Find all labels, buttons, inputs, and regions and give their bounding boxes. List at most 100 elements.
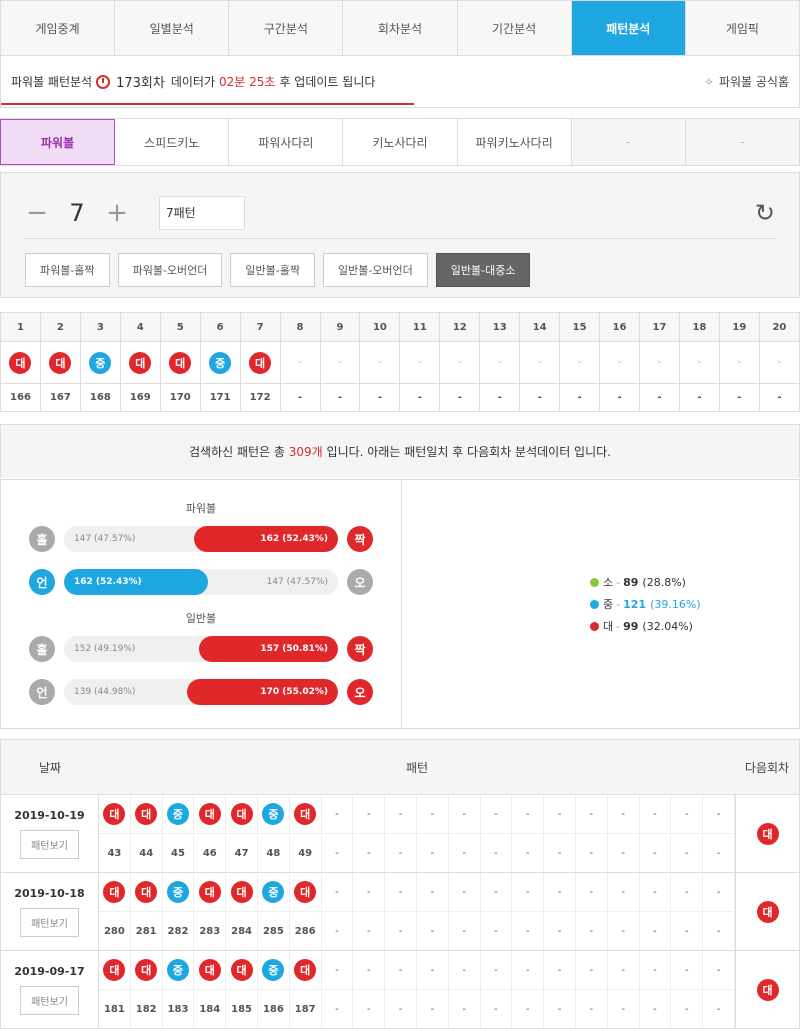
pattern-type-button-1[interactable]: 파워볼-오버언더 [117, 253, 223, 287]
legend-label: 소 [603, 576, 614, 589]
history-ball-row: 대대중대대중대------------- [99, 951, 735, 990]
pattern-ball-cell: - [439, 341, 481, 384]
tab-1[interactable]: 일별분석 [115, 1, 230, 55]
pattern-ball-cell: - [319, 341, 361, 384]
history-ball-cell: - [671, 951, 704, 989]
history-ball-cell: - [417, 795, 449, 833]
stat-fill: 162 (52.43%) [64, 569, 208, 595]
stat-bar: 언 147 (47.57%) 162 (52.43%) 오 [29, 569, 373, 595]
history-round-cell: - [671, 912, 704, 950]
subtab-6[interactable]: - [685, 119, 800, 165]
subtab-5[interactable]: - [571, 119, 686, 165]
view-pattern-button[interactable]: 패턴보기 [20, 829, 79, 859]
history-round-cell: - [353, 834, 386, 872]
pattern-ball-cell: - [519, 341, 561, 384]
pattern-header-cell: 11 [399, 312, 441, 342]
tab-6[interactable]: 게임픽 [685, 1, 800, 55]
history-round-cell: 286 [290, 912, 322, 950]
pattern-header-cell: 2 [39, 312, 81, 342]
history-ball-cell: - [671, 873, 704, 911]
legend-dot [590, 577, 599, 587]
pattern-header-cell: 19 [718, 312, 760, 342]
history-ball-cell: - [576, 951, 608, 989]
progress-line [1, 103, 414, 105]
history-date: 2019-09-17 [14, 964, 85, 978]
view-pattern-button[interactable]: 패턴보기 [20, 907, 79, 937]
legend-dot [590, 599, 599, 609]
history-round-cell: - [703, 990, 735, 1028]
refresh-icon[interactable]: ↻ [755, 199, 775, 227]
stat-other: 152 (49.19%) [74, 644, 136, 654]
history-round-cell: 282 [163, 912, 195, 950]
result-pre: 검색하신 패턴은 총 [188, 445, 285, 459]
stat-other: 147 (47.57%) [266, 577, 328, 587]
minus-button[interactable]: − [25, 198, 49, 228]
legend-pct: (39.16%) [650, 597, 701, 611]
subtab-4[interactable]: 파워키노사다리 [458, 119, 572, 165]
history-round-cell: - [671, 834, 704, 872]
subtab-2[interactable]: 파워사다리 [229, 119, 344, 165]
history-ball-cell: - [608, 951, 640, 989]
history-round-cell: - [640, 990, 672, 1028]
pattern-ball-cell: 대 [0, 341, 41, 384]
view-pattern-button[interactable]: 패턴보기 [20, 985, 79, 1015]
history-round-cell: - [385, 990, 417, 1028]
pattern-round-cell: - [319, 383, 361, 412]
history-round-cell: - [608, 990, 640, 1028]
pattern-ball-cell: - [279, 341, 321, 384]
pattern-round-cell: 167 [39, 383, 81, 412]
pattern-round-cell: - [399, 383, 441, 412]
tab-3[interactable]: 회차분석 [343, 1, 458, 55]
history-ball: 대 [294, 803, 317, 825]
pattern-header-cell: 7 [239, 312, 281, 342]
history-ball-row: 대대중대대중대------------- [99, 873, 735, 912]
legend-value: 121 [623, 597, 647, 611]
pattern-input[interactable]: 7패턴 [159, 195, 245, 230]
pattern-ball-cell: - [639, 341, 680, 384]
official-home-link[interactable]: ⟡ 파워볼 공식홈 [705, 73, 789, 90]
dash: - [338, 357, 342, 368]
history-round-row: 181 182 183 184 185 186 187- - - - - - - - - - - - - [99, 990, 735, 1028]
history-row: 2019-09-17 패턴보기 대 대 중 대 대 중 대 - - - - - - - - - - - - -181 182… [0, 951, 800, 1029]
pattern-ball-cell: - [718, 341, 760, 384]
history-grid: 대 대 중 대 대 중 대 - - - - - - - - - - - - -181 182 183 184 185 186 18… [99, 951, 735, 1028]
stat-other: 139 (44.98%) [74, 687, 136, 697]
history-ball: 대 [230, 881, 253, 903]
history-row: 2019-10-19 패턴보기 대 대 중 대 대 중 대 - - - - - - - - - - - - -43 44 45… [0, 795, 800, 873]
subtab-1[interactable]: 스피드키노 [115, 119, 230, 165]
plus-button[interactable]: + [105, 198, 129, 228]
history-ball: 대 [103, 881, 126, 903]
pattern-ball-cell: 중 [79, 341, 121, 384]
history-round-cell: 182 [131, 990, 163, 1028]
history-round-cell: - [576, 990, 608, 1028]
pattern-type-button-2[interactable]: 일반볼-홀짝 [230, 253, 315, 287]
stat-other: 147 (47.57%) [74, 534, 136, 544]
history-round-cell: - [481, 990, 513, 1028]
pattern-type-button-3[interactable]: 일반볼-오버언더 [322, 253, 428, 287]
subtab-0[interactable]: 파워볼 [0, 119, 116, 165]
history-ball-cell: - [703, 873, 735, 911]
history-ball-row: 대대중대대중대------------- [99, 795, 735, 834]
notice-mid: 데이터가 [170, 75, 216, 89]
pattern-round-cell: 172 [239, 383, 281, 412]
next-round-ball: 대 [756, 822, 779, 845]
tab-2[interactable]: 구간분석 [229, 1, 344, 55]
dash: - [577, 357, 582, 368]
tab-5[interactable]: 패턴분석 [571, 1, 686, 55]
legend-dot [590, 621, 599, 631]
pattern-ball: 중 [209, 351, 232, 374]
history-date: 2019-10-19 [14, 808, 85, 822]
pattern-type-button-4[interactable]: 일반볼-대중소 [435, 253, 531, 287]
history-round-cell: - [640, 834, 672, 872]
history-ball-cell: - [353, 795, 386, 833]
tab-0[interactable]: 게임중계 [1, 1, 116, 55]
history-round-row: 43 44 45 46 47 48 49- - - - - - - - - - - - - [99, 834, 735, 872]
pattern-type-button-0[interactable]: 파워볼-홀짝 [25, 253, 110, 287]
history-date: 2019-10-18 [14, 886, 85, 900]
tab-4[interactable]: 기간분석 [457, 1, 572, 55]
history-row: 2019-10-18 패턴보기 대 대 중 대 대 중 대 - - - - - - - - - - - - -280 281… [0, 873, 800, 951]
history-round-cell: - [640, 912, 672, 950]
history-round-cell: - [353, 990, 386, 1028]
dash: - [418, 357, 422, 368]
subtab-3[interactable]: 키노사다리 [343, 119, 458, 165]
